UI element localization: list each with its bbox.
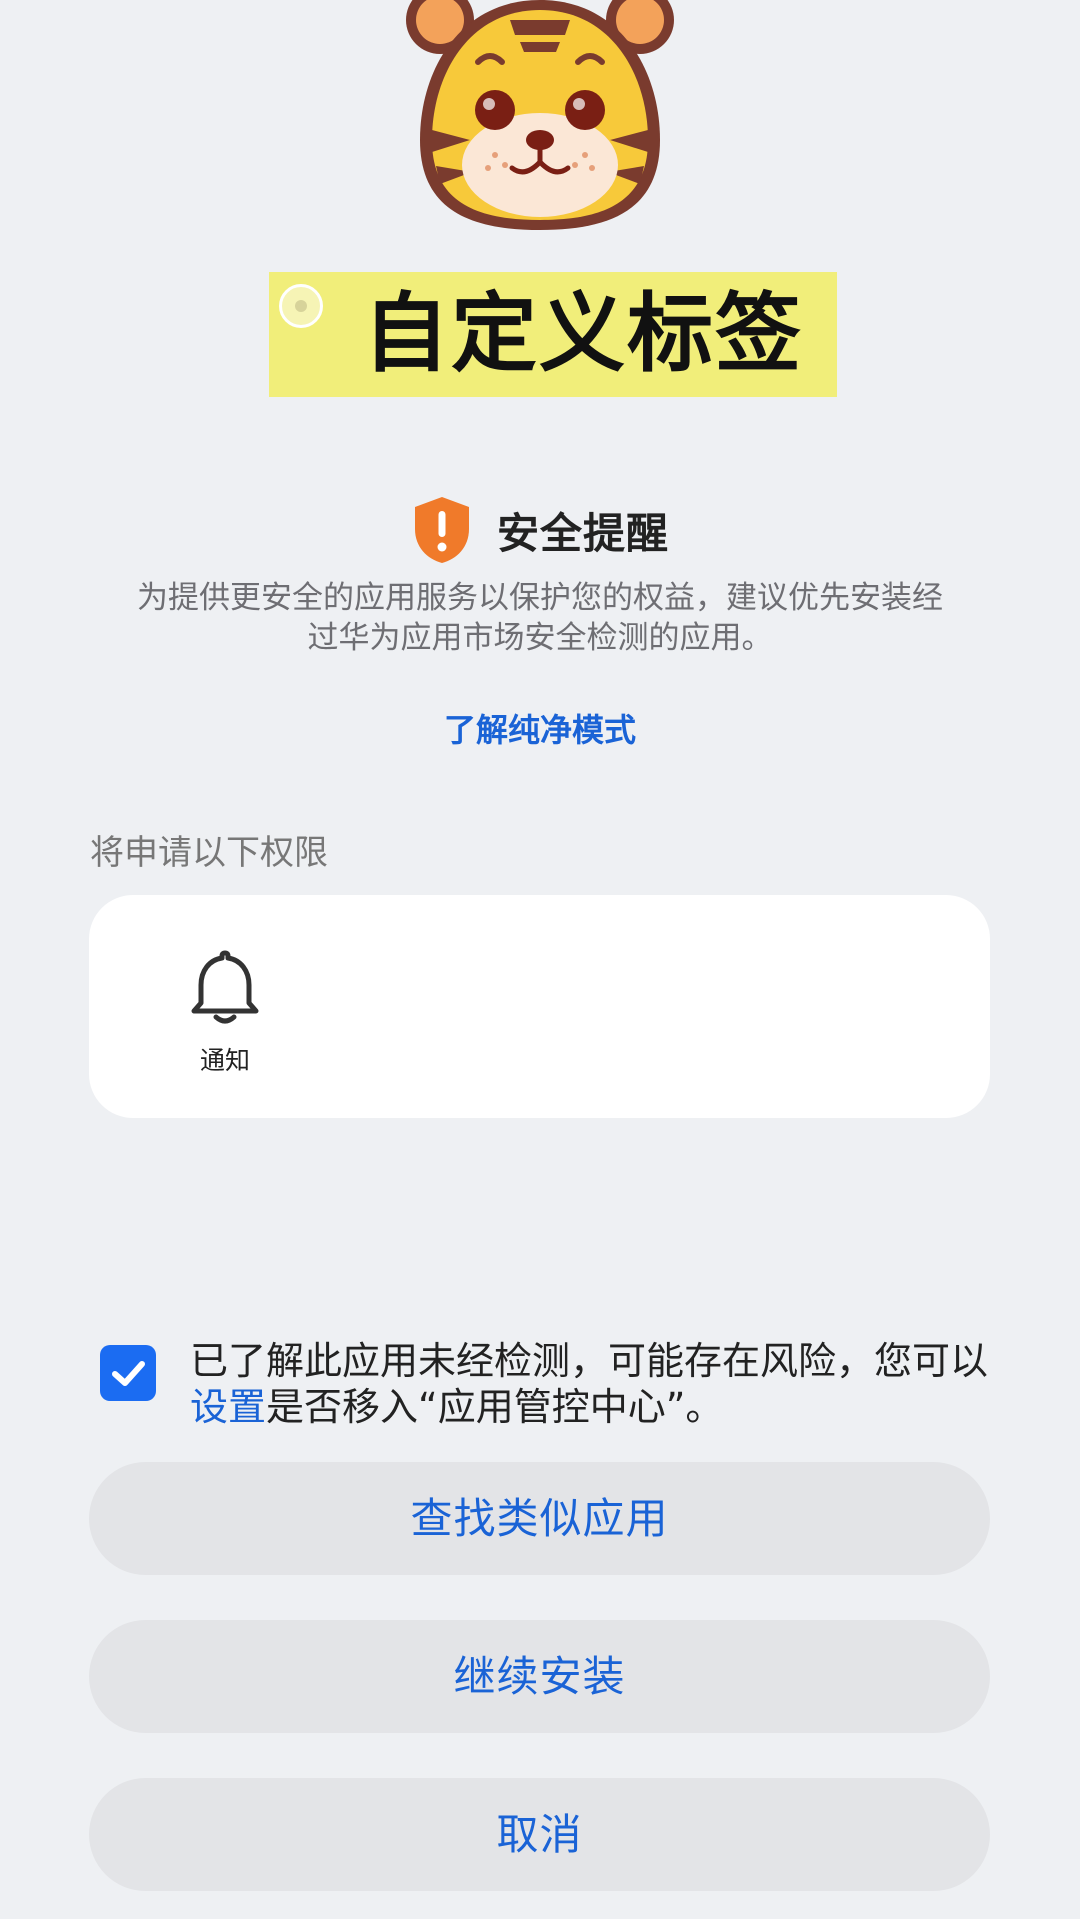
checkmark-icon [112,1361,145,1386]
warning-shield-icon [414,497,469,563]
settings-link[interactable]: 设置 [190,1385,266,1429]
tiger-mascot-icon [406,0,674,230]
custom-tag-banner: 自定义标签 [269,272,837,397]
bell-icon [191,950,259,1024]
permissions-heading: 将申请以下权限 [90,833,328,873]
description-line: 过华为应用市场安全检测的应用。 [307,620,773,656]
permissions-card: 通知 [89,895,990,1118]
consent-text: 已了解此应用未经检测，可能存在风险，您可以设置是否移入“应用管控中心”。 [190,1338,990,1430]
permission-item-notification: 通知 [185,947,265,1077]
consent-text-after: 是否移入“应用管控中心”。 [266,1385,724,1429]
tag-hole-icon [279,284,323,328]
consent-checkbox[interactable] [100,1345,156,1401]
permission-label: 通知 [199,1046,250,1075]
security-header: 安全提醒 [0,490,1080,570]
security-description: 为提供更安全的应用服务以保护您的权益，建议优先安装经 过华为应用市场安全检测的应… [80,578,1000,658]
learn-pure-mode-link[interactable]: 了解纯净模式 [0,705,1080,751]
cancel-button[interactable]: 取消 [89,1778,990,1891]
tag-title: 自定义标签 [363,284,803,384]
consent-text-before: 已了解此应用未经检测，可能存在风险，您可以 [190,1339,989,1383]
find-similar-apps-button[interactable]: 查找类似应用 [89,1462,990,1575]
description-line: 为提供更安全的应用服务以保护您的权益，建议优先安装经 [137,580,943,616]
security-title: 安全提醒 [496,508,669,558]
continue-install-button[interactable]: 继续安装 [89,1620,990,1733]
